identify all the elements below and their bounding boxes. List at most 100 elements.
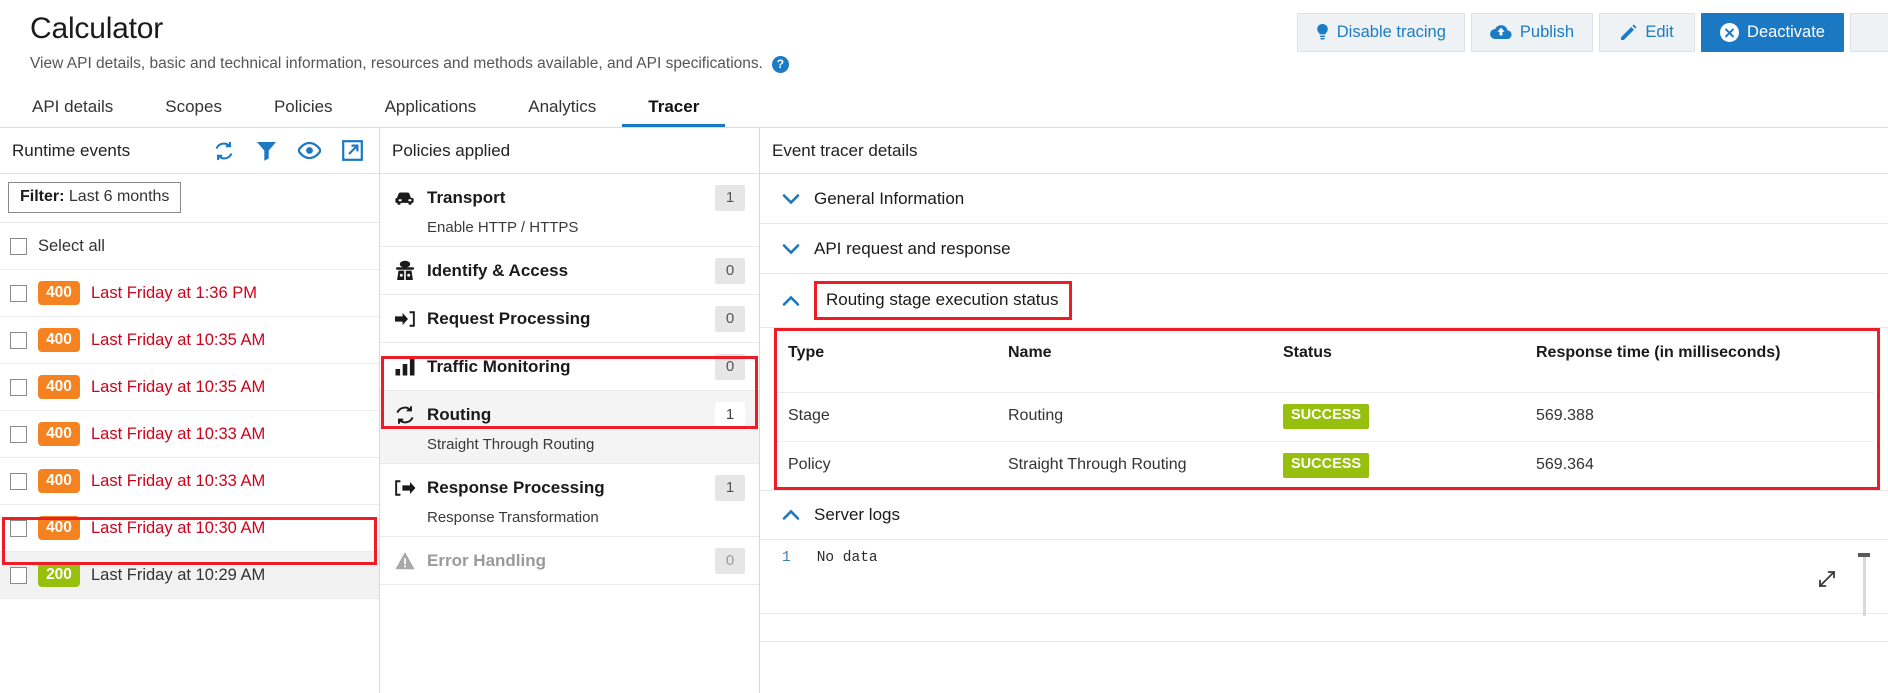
deactivate-button[interactable]: Deactivate bbox=[1701, 13, 1844, 52]
select-all-checkbox[interactable] bbox=[10, 237, 27, 255]
event-row[interactable]: 400 Last Friday at 1:36 PM bbox=[0, 270, 379, 317]
log-line: 1 No data bbox=[760, 540, 1888, 566]
policy-name: Error Handling bbox=[427, 551, 547, 570]
table-row: Policy Straight Through Routing SUCCESS … bbox=[774, 441, 1874, 489]
policy-row-error-handling[interactable]: Error Handling 0 bbox=[380, 537, 759, 585]
disable-tracing-button[interactable]: Disable tracing bbox=[1296, 13, 1465, 52]
policy-count: 0 bbox=[715, 258, 745, 284]
help-circle-icon[interactable]: ? bbox=[771, 55, 789, 73]
filter-prefix: Filter: bbox=[20, 188, 65, 205]
chevron-up-icon bbox=[782, 509, 800, 521]
policy-count: 0 bbox=[715, 548, 745, 574]
policies-applied-header: Policies applied bbox=[380, 128, 759, 174]
arrow-out-bracket-icon bbox=[394, 477, 416, 499]
arrow-into-bracket-icon bbox=[394, 308, 416, 330]
publish-button[interactable]: Publish bbox=[1470, 13, 1594, 52]
runtime-events-header: Runtime events bbox=[0, 128, 379, 174]
expand-diagonal-icon[interactable] bbox=[1816, 568, 1838, 590]
close-circle-icon bbox=[1720, 23, 1740, 42]
section-server-logs[interactable]: Server logs bbox=[760, 489, 1888, 540]
policy-sub: Enable HTTP / HTTPS bbox=[427, 219, 579, 236]
section-label: Routing stage execution status bbox=[814, 281, 1073, 320]
external-link-icon[interactable] bbox=[342, 140, 363, 161]
event-checkbox[interactable] bbox=[10, 472, 27, 490]
overflow-button[interactable] bbox=[1850, 13, 1888, 52]
deactivate-label: Deactivate bbox=[1747, 23, 1825, 41]
page-subtitle-row: View API details, basic and technical in… bbox=[30, 54, 1888, 74]
main-tabs: API details Scopes Policies Applications… bbox=[0, 86, 1888, 128]
table-row: Stage Routing SUCCESS 569.388 bbox=[774, 392, 1874, 442]
tab-tracer[interactable]: Tracer bbox=[622, 86, 726, 127]
event-tracer-header: Event tracer details bbox=[760, 128, 1888, 174]
policy-row-request-processing[interactable]: Request Processing 0 bbox=[380, 295, 759, 343]
log-scrollbar-thumb[interactable] bbox=[1858, 552, 1870, 557]
car-icon bbox=[394, 187, 416, 209]
tab-policies[interactable]: Policies bbox=[248, 86, 359, 127]
policy-count: 0 bbox=[715, 354, 745, 380]
table-header-row: Type Name Status Response time (in milli… bbox=[774, 328, 1874, 393]
refresh-icon[interactable] bbox=[213, 140, 235, 162]
event-row[interactable]: 400 Last Friday at 10:35 AM bbox=[0, 364, 379, 411]
policy-count: 1 bbox=[715, 185, 745, 211]
policy-row-response-processing[interactable]: Response Processing 1 Response Transform… bbox=[380, 464, 759, 537]
event-checkbox[interactable] bbox=[10, 331, 27, 349]
event-checkbox[interactable] bbox=[10, 378, 27, 396]
server-logs-editor[interactable]: 1 No data bbox=[760, 539, 1888, 616]
event-row-selected[interactable]: 200 Last Friday at 10:29 AM bbox=[0, 552, 379, 599]
event-row[interactable]: 400 Last Friday at 10:30 AM bbox=[0, 505, 379, 552]
status-code-badge: 400 bbox=[38, 468, 80, 494]
chevron-down-icon bbox=[782, 243, 800, 255]
cell-type: Stage bbox=[774, 392, 994, 442]
cell-status: SUCCESS bbox=[1269, 441, 1522, 489]
bottom-strip bbox=[760, 614, 1888, 642]
routing-stage-table: Type Name Status Response time (in milli… bbox=[774, 328, 1874, 490]
section-general-information[interactable]: General Information bbox=[760, 174, 1888, 224]
policy-row-routing[interactable]: Routing 1 Straight Through Routing bbox=[380, 391, 759, 464]
eye-icon[interactable] bbox=[297, 140, 322, 161]
section-api-request-response[interactable]: API request and response bbox=[760, 224, 1888, 274]
policy-name: Transport bbox=[427, 188, 506, 207]
status-code-badge: 400 bbox=[38, 421, 80, 447]
event-checkbox[interactable] bbox=[10, 519, 27, 537]
tab-scopes[interactable]: Scopes bbox=[139, 86, 248, 127]
chevron-down-icon bbox=[782, 193, 800, 205]
policy-count: 1 bbox=[715, 402, 745, 428]
page-header: Calculator View API details, basic and t… bbox=[0, 0, 1888, 86]
event-checkbox[interactable] bbox=[10, 284, 27, 302]
cell-type: Policy bbox=[788, 456, 831, 474]
edit-button[interactable]: Edit bbox=[1599, 13, 1696, 52]
event-row[interactable]: 400 Last Friday at 10:35 AM bbox=[0, 317, 379, 364]
cell-name: Routing bbox=[994, 392, 1269, 442]
spy-icon bbox=[394, 260, 416, 282]
status-code-badge: 400 bbox=[38, 280, 80, 306]
filter-chip[interactable]: Filter: Last 6 months bbox=[8, 182, 182, 213]
section-routing-stage-execution-status[interactable]: Routing stage execution status bbox=[760, 274, 1888, 328]
tab-analytics[interactable]: Analytics bbox=[502, 86, 622, 127]
event-time: Last Friday at 10:33 AM bbox=[91, 471, 266, 490]
policy-count: 1 bbox=[715, 475, 745, 501]
event-row[interactable]: 400 Last Friday at 10:33 AM bbox=[0, 411, 379, 458]
policy-name: Routing bbox=[427, 405, 492, 424]
status-badge: SUCCESS bbox=[1283, 404, 1370, 429]
policy-row-identify-access[interactable]: Identify & Access 0 bbox=[380, 247, 759, 295]
tab-applications[interactable]: Applications bbox=[359, 86, 503, 127]
filter-value: Last 6 months bbox=[68, 188, 170, 205]
status-badge: SUCCESS bbox=[1283, 452, 1370, 478]
edit-label: Edit bbox=[1645, 23, 1674, 41]
tracer-body: Runtime events Filter: Last 6 months Sel… bbox=[0, 128, 1888, 693]
event-tracer-title: Event tracer details bbox=[772, 140, 918, 160]
policy-row-transport[interactable]: Transport 1 Enable HTTP / HTTPS bbox=[380, 174, 759, 247]
filter-icon[interactable] bbox=[256, 140, 277, 161]
column-header-response-time: Response time (in milliseconds) bbox=[1522, 328, 1874, 393]
status-code-badge: 400 bbox=[38, 515, 80, 541]
column-header-type: Type bbox=[774, 328, 994, 393]
log-scrollbar-track[interactable] bbox=[1863, 555, 1866, 616]
server-logs-label: Server logs bbox=[814, 504, 900, 524]
policy-row-traffic-monitoring[interactable]: Traffic Monitoring 0 bbox=[380, 343, 759, 391]
select-all-row[interactable]: Select all bbox=[0, 223, 379, 270]
event-row[interactable]: 400 Last Friday at 10:33 AM bbox=[0, 458, 379, 505]
policy-count: 0 bbox=[715, 306, 745, 332]
event-checkbox[interactable] bbox=[10, 425, 27, 443]
tab-api-details[interactable]: API details bbox=[6, 86, 139, 127]
event-checkbox[interactable] bbox=[10, 566, 27, 584]
